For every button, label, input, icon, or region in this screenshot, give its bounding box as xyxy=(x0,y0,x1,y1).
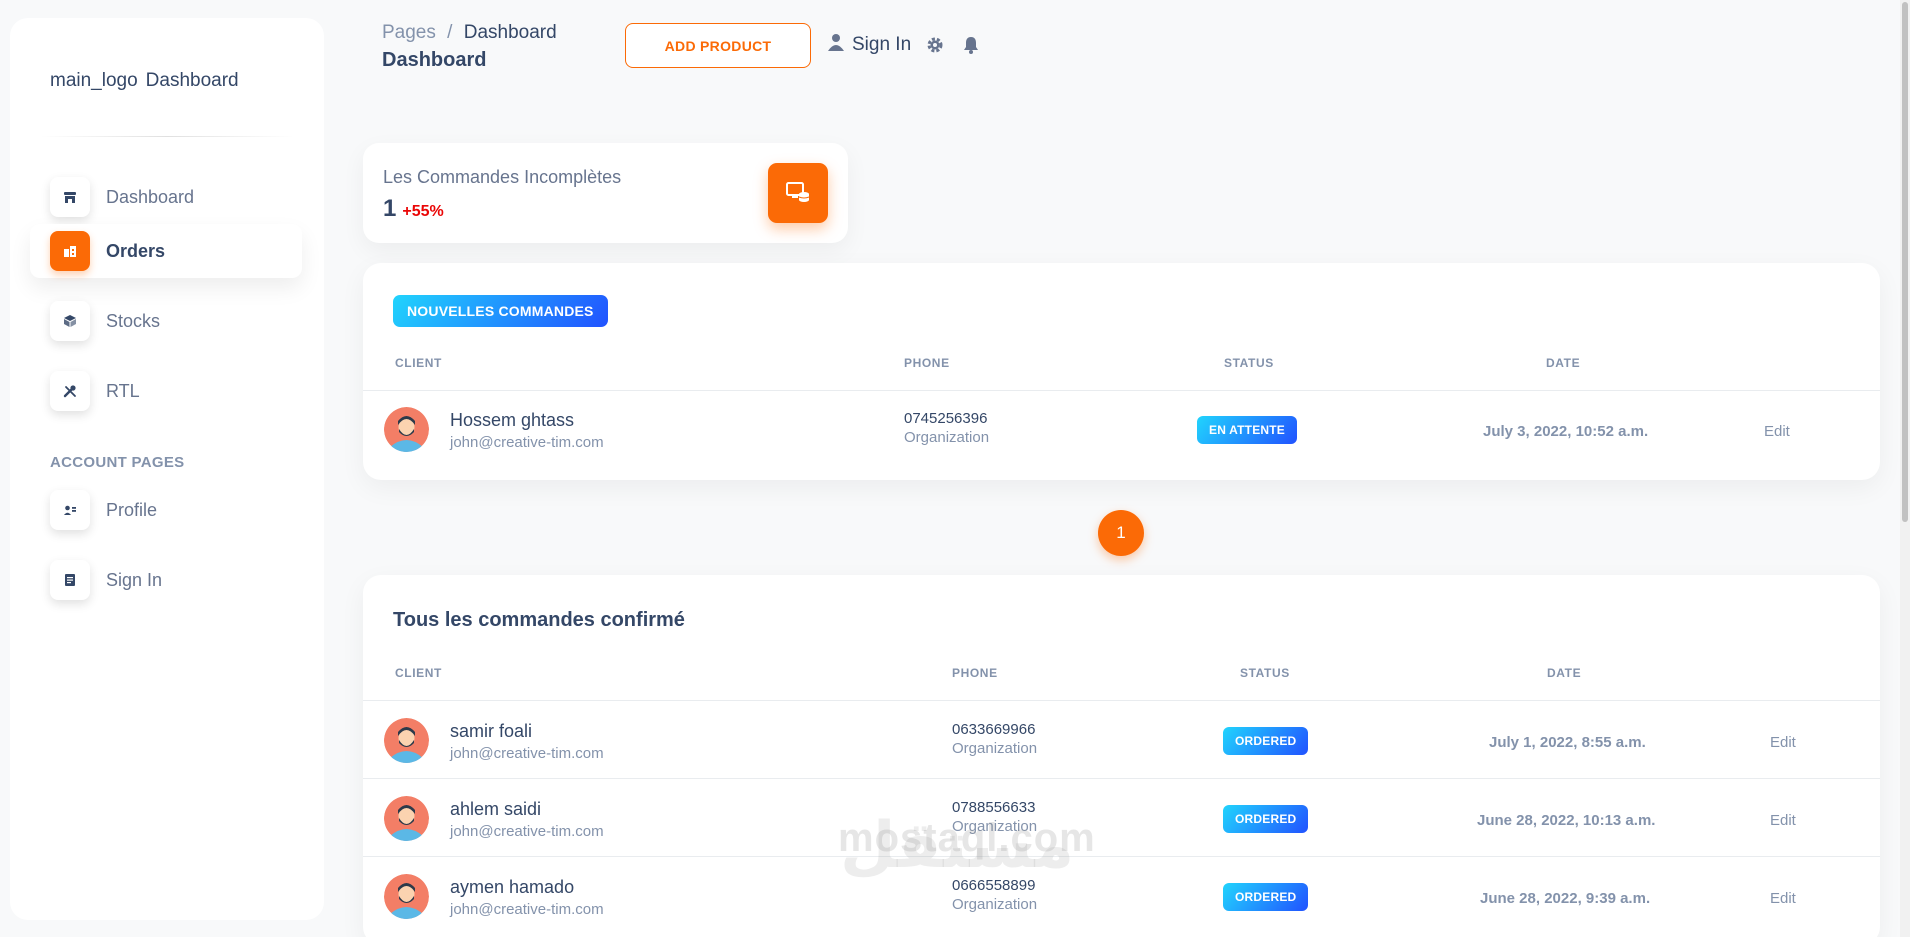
row-divider xyxy=(363,700,1880,701)
gear-icon[interactable] xyxy=(926,36,944,59)
database-screen-icon xyxy=(768,163,828,223)
sidebar-item-rtl[interactable]: RTL xyxy=(30,364,302,418)
breadcrumb-separator: / xyxy=(447,22,453,43)
brand-name: Dashboard xyxy=(145,70,239,91)
client-name: aymen hamado xyxy=(450,877,575,897)
sidebar-item-label: Orders xyxy=(106,240,166,261)
page-title: Dashboard xyxy=(382,49,487,71)
stat-value-wrapper: 1 +55% xyxy=(383,195,444,223)
column-header-date: DATE xyxy=(1547,666,1582,680)
office-icon xyxy=(50,231,90,271)
client-phone: 0745256396 xyxy=(904,410,988,427)
sign-in-link[interactable]: Sign In xyxy=(828,33,911,57)
avatar xyxy=(384,874,429,919)
breadcrumb-root[interactable]: Pages xyxy=(382,22,436,43)
client-organization: Organization xyxy=(904,429,990,446)
profile-icon xyxy=(50,490,90,530)
section-title-account-pages: ACCOUNT PAGES xyxy=(50,454,185,471)
client-organization: Organization xyxy=(952,896,1038,913)
client-organization: Organization xyxy=(952,818,1038,835)
scrollbar-track[interactable] xyxy=(1900,0,1910,937)
sidebar-item-label: Sign In xyxy=(106,569,163,590)
sidebar-item-stocks[interactable]: Stocks xyxy=(30,294,302,348)
client-name: ahlem saidi xyxy=(450,799,542,819)
client-phone: 0788556633 xyxy=(952,799,1036,816)
row-divider xyxy=(363,856,1880,857)
column-header-client: CLIENT xyxy=(395,356,442,370)
column-header-client: CLIENT xyxy=(395,666,442,680)
brand[interactable]: main_logo Dashboard xyxy=(50,70,239,92)
client-email: john@creative-tim.com xyxy=(450,823,604,840)
document-icon xyxy=(50,560,90,600)
column-header-phone: PHONE xyxy=(904,356,950,370)
confirmed-orders-card: Tous les commandes confirmé CLIENT PHONE… xyxy=(363,575,1880,937)
sidebar-item-dashboard[interactable]: Dashboard xyxy=(30,170,302,224)
status-badge: ORDERED xyxy=(1223,805,1309,833)
sidebar-item-label: RTL xyxy=(106,380,140,401)
order-date: July 3, 2022, 10:52 a.m. xyxy=(1483,423,1649,440)
column-header-status: STATUS xyxy=(1240,666,1290,680)
new-orders-card: NOUVELLES COMMANDES CLIENT PHONE STATUS … xyxy=(363,263,1880,480)
bell-icon[interactable] xyxy=(963,36,979,59)
sidebar-item-label: Stocks xyxy=(106,310,161,331)
new-orders-badge: NOUVELLES COMMANDES xyxy=(393,295,608,327)
box-icon xyxy=(50,301,90,341)
tools-icon xyxy=(50,371,90,411)
column-header-phone: PHONE xyxy=(952,666,998,680)
client-organization: Organization xyxy=(952,740,1038,757)
sidebar-divider xyxy=(40,136,294,137)
edit-link[interactable]: Edit xyxy=(1770,734,1796,751)
avatar xyxy=(384,407,429,452)
client-email: john@creative-tim.com xyxy=(450,745,604,762)
sidebar-item-label: Profile xyxy=(106,499,158,520)
main-logo: main_logo xyxy=(50,70,138,91)
avatar xyxy=(384,796,429,841)
client-name: samir foali xyxy=(450,721,533,741)
edit-link[interactable]: Edit xyxy=(1770,812,1796,829)
order-date: June 28, 2022, 9:39 a.m. xyxy=(1480,890,1651,907)
row-divider xyxy=(363,778,1880,779)
shop-icon xyxy=(50,177,90,217)
client-email: john@creative-tim.com xyxy=(450,901,604,918)
sidebar-item-label: Dashboard xyxy=(106,186,195,207)
stat-change: +55% xyxy=(402,203,444,220)
sign-in-label: Sign In xyxy=(852,34,912,55)
status-badge: EN ATTENTE xyxy=(1197,416,1297,444)
order-date: July 1, 2022, 8:55 a.m. xyxy=(1489,734,1646,751)
sidebar-item-orders[interactable]: Orders xyxy=(30,224,302,278)
edit-link[interactable]: Edit xyxy=(1764,423,1790,440)
user-icon xyxy=(828,33,844,57)
client-email: john@creative-tim.com xyxy=(450,434,604,451)
stat-value: 1 xyxy=(383,195,397,222)
sidebar: main_logo Dashboard Dashboard Orders Sto… xyxy=(10,18,324,920)
incomplete-orders-card: Les Commandes Incomplètes 1 +55% xyxy=(363,143,848,243)
confirmed-orders-title: Tous les commandes confirmé xyxy=(393,609,685,631)
client-phone: 0633669966 xyxy=(952,721,1036,738)
client-phone: 0666558899 xyxy=(952,877,1036,894)
status-badge: ORDERED xyxy=(1223,727,1309,755)
column-header-status: STATUS xyxy=(1224,356,1274,370)
avatar xyxy=(384,718,429,763)
status-badge: ORDERED xyxy=(1223,883,1309,911)
stat-label: Les Commandes Incomplètes xyxy=(383,167,622,187)
sidebar-item-profile[interactable]: Profile xyxy=(30,483,302,537)
breadcrumb: Pages / Dashboard xyxy=(382,22,557,44)
add-product-button[interactable]: ADD PRODUCT xyxy=(625,23,811,68)
edit-link[interactable]: Edit xyxy=(1770,890,1796,907)
order-date: June 28, 2022, 10:13 a.m. xyxy=(1477,812,1656,829)
scrollbar-thumb[interactable] xyxy=(1902,2,1908,522)
pagination-page-1[interactable]: 1 xyxy=(1098,510,1144,556)
sidebar-item-sign-in[interactable]: Sign In xyxy=(30,553,302,607)
row-divider xyxy=(363,390,1880,391)
breadcrumb-current: Dashboard xyxy=(463,22,557,43)
client-name: Hossem ghtass xyxy=(450,410,575,430)
column-header-date: DATE xyxy=(1546,356,1581,370)
